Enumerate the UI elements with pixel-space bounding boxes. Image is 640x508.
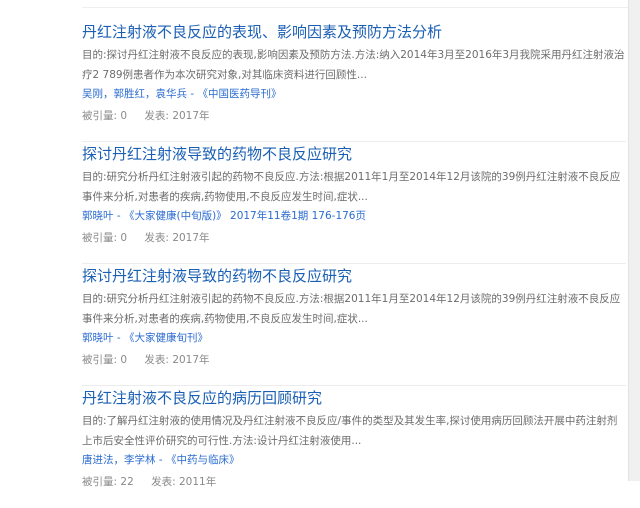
year-label: 发表: — [144, 232, 169, 244]
citations-label: 被引量: — [82, 476, 118, 488]
meta-separator: - — [155, 454, 166, 466]
publish-year: 2017年 — [172, 232, 210, 244]
year-label: 发表: — [144, 354, 169, 366]
result-title[interactable]: 丹红注射液不良反应的表现、影响因素及预防方法分析 — [82, 20, 442, 44]
meta-separator: - — [113, 332, 124, 344]
citations-count: 0 — [120, 110, 128, 122]
meta-separator: - — [113, 210, 124, 222]
citations-count: 0 — [120, 232, 128, 244]
scrollbar[interactable] — [628, 0, 640, 481]
author-link[interactable]: 郭胜红 — [114, 88, 146, 100]
citations-count: 22 — [120, 476, 134, 488]
citations-label: 被引量: — [82, 354, 118, 366]
result-item: 丹红注射液不良反应的表现、影响因素及预防方法分析 目的:探讨丹红注射液不良反应的… — [82, 20, 626, 142]
meta-separator: - — [187, 88, 198, 100]
result-meta: 郭晓叶 - 《大家健康(中旬版)》 2017年11卷1期 176-176页 — [82, 206, 366, 226]
author-separator: ， — [145, 88, 156, 100]
result-title[interactable]: 探讨丹红注射液导致的药物不良反应研究 — [82, 142, 352, 166]
author-link[interactable]: 郭晓叶 — [82, 210, 114, 222]
year-label: 发表: — [144, 110, 169, 122]
citations-count: 0 — [120, 354, 128, 366]
citations-label: 被引量: — [82, 232, 118, 244]
result-stats: 被引量: 0 发表: 2017年 — [82, 228, 210, 248]
year-label: 发表: — [151, 476, 176, 488]
citations-label: 被引量: — [82, 110, 118, 122]
source-link[interactable]: 《大家健康(中旬版)》 — [124, 210, 227, 222]
result-meta: 郭晓叶 - 《大家健康旬刊》 — [82, 328, 208, 348]
result-stats: 被引量: 0 发表: 2017年 — [82, 350, 210, 370]
source-link[interactable]: 《中国医药导刊》 — [197, 88, 281, 100]
result-abstract: 目的:研究分析丹红注射液引起的药物不良反应.方法:根据2011年1月至2014年… — [82, 293, 621, 325]
result-title[interactable]: 丹红注射液不良反应的病历回顾研究 — [82, 386, 322, 410]
result-meta: 唐进法，李学林 - 《中药与临床》 — [82, 450, 239, 470]
result-item: 丹红注射液不良反应的病历回顾研究 目的:了解丹红注射液的使用情况及丹红注射液不良… — [82, 386, 626, 508]
result-abstract: 目的:研究分析丹红注射液引起的药物不良反应.方法:根据2011年1月至2014年… — [82, 171, 621, 203]
result-abstract: 目的:了解丹红注射液的使用情况及丹红注射液不良反应/事件的类型及其发生率,探讨使… — [82, 415, 618, 447]
author-link[interactable]: 袁华兵 — [156, 88, 188, 100]
author-link[interactable]: 李学林 — [124, 454, 156, 466]
author-link[interactable]: 郭晓叶 — [82, 332, 114, 344]
author-link[interactable]: 唐进法 — [82, 454, 114, 466]
result-meta: 吴刚，郭胜红，袁华兵 - 《中国医药导刊》 — [82, 84, 281, 104]
result-title[interactable]: 探讨丹红注射液导致的药物不良反应研究 — [82, 264, 352, 288]
result-abstract: 目的:探讨丹红注射液不良反应的表现,影响因素及预防方法.方法:纳入2014年3月… — [82, 49, 625, 81]
source-link[interactable]: 《中药与临床》 — [166, 454, 240, 466]
publish-year: 2011年 — [179, 476, 217, 488]
author-separator: ， — [103, 88, 114, 100]
publish-year: 2017年 — [172, 354, 210, 366]
result-stats: 被引量: 22 发表: 2011年 — [82, 472, 216, 492]
result-item: 探讨丹红注射液导致的药物不良反应研究 目的:研究分析丹红注射液引起的药物不良反应… — [82, 142, 626, 264]
top-divider — [82, 7, 628, 8]
source-link[interactable]: 《大家健康旬刊》 — [124, 332, 208, 344]
author-separator: ， — [113, 454, 125, 466]
result-item: 探讨丹红注射液导致的药物不良反应研究 目的:研究分析丹红注射液引起的药物不良反应… — [82, 264, 626, 386]
author-link[interactable]: 吴刚 — [82, 88, 103, 100]
volume-link[interactable]: 2017年11卷1期 176-176页 — [230, 210, 366, 222]
result-stats: 被引量: 0 发表: 2017年 — [82, 106, 210, 126]
publish-year: 2017年 — [172, 110, 210, 122]
